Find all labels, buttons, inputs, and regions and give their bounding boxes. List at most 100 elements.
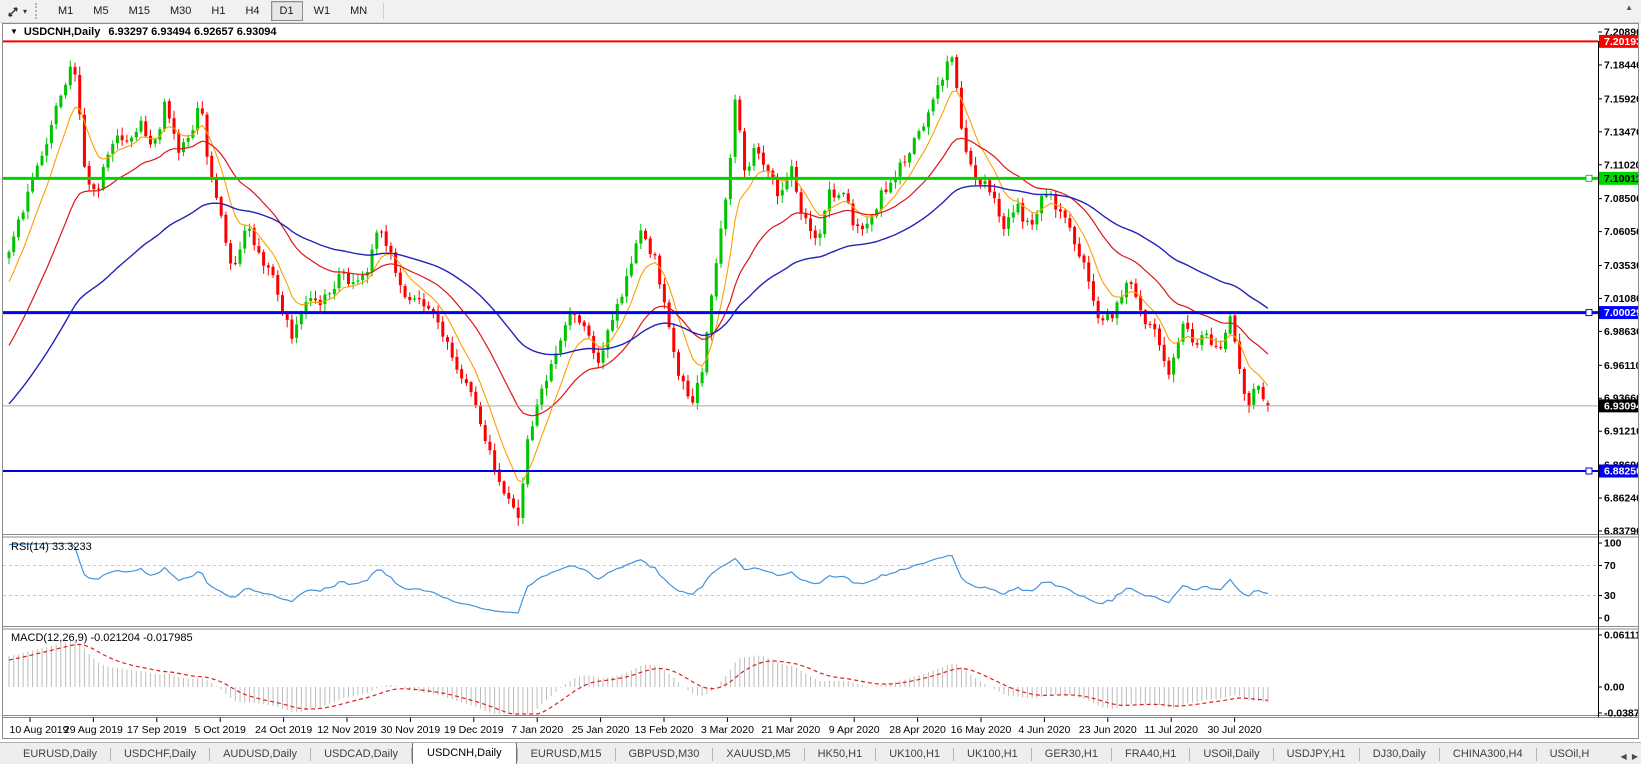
ma-mid-line bbox=[9, 138, 1268, 416]
svg-text:30 Nov 2019: 30 Nov 2019 bbox=[381, 724, 441, 736]
timeframe-button-h4[interactable]: H4 bbox=[236, 1, 268, 21]
macd-label: MACD(12,26,9) -0.021204 -0.017985 bbox=[11, 632, 193, 644]
symbol-tab-xauusd-m5[interactable]: XAUUSD,M5 bbox=[713, 744, 803, 764]
hline-handle[interactable] bbox=[1586, 310, 1592, 316]
chart-title-bar: ▼USDCNH,Daily6.93297 6.93494 6.92657 6.9… bbox=[3, 24, 1638, 40]
macd-histogram bbox=[9, 641, 1268, 714]
symbol-tab-hk50-h1[interactable]: HK50,H1 bbox=[805, 744, 876, 764]
svg-text:30 Jul 2020: 30 Jul 2020 bbox=[1207, 724, 1261, 736]
svg-text:6.96110: 6.96110 bbox=[1604, 360, 1638, 372]
tab-scroll-arrows: ◀ ▶ bbox=[1613, 752, 1638, 761]
symbol-tab-dj30-daily[interactable]: DJ30,Daily bbox=[1360, 744, 1439, 764]
svg-text:6.83790: 6.83790 bbox=[1604, 526, 1638, 538]
chart-canvas[interactable]: 7.208907.184407.159207.134707.110207.085… bbox=[3, 24, 1638, 738]
timeframe-button-m30[interactable]: M30 bbox=[161, 1, 200, 21]
symbol-tab-uk100-h1[interactable]: UK100,H1 bbox=[876, 744, 953, 764]
timeframe-button-m5[interactable]: M5 bbox=[84, 1, 117, 21]
svg-text:16 May 2020: 16 May 2020 bbox=[951, 724, 1012, 736]
svg-text:17 Sep 2019: 17 Sep 2019 bbox=[127, 724, 187, 736]
symbol-tab-fra40-h1[interactable]: FRA40,H1 bbox=[1112, 744, 1189, 764]
current-price-marker: 6.93094 bbox=[3, 399, 1638, 412]
toolbar-grip-handle[interactable] bbox=[35, 3, 40, 19]
symbol-tab-ger30-h1[interactable]: GER30,H1 bbox=[1032, 744, 1111, 764]
rsi-line bbox=[9, 543, 1268, 613]
chevron-down-icon[interactable]: ▾ bbox=[23, 7, 27, 16]
symbol-tab-usdcnh-daily[interactable]: USDCNH,Daily bbox=[412, 742, 517, 764]
toolbar-overflow-icon[interactable]: ▲ bbox=[1625, 3, 1633, 12]
svg-text:6.93094: 6.93094 bbox=[1604, 400, 1638, 412]
symbol-tab-eurusd-daily[interactable]: EURUSD,Daily bbox=[10, 744, 110, 764]
candles-layer bbox=[8, 55, 1270, 526]
dropdown-triangle-icon: ▼ bbox=[10, 27, 18, 36]
svg-text:10 Aug 2019: 10 Aug 2019 bbox=[10, 724, 69, 736]
timeframe-button-w1[interactable]: W1 bbox=[305, 1, 340, 21]
svg-text:7.03530: 7.03530 bbox=[1604, 260, 1638, 272]
rsi-label: RSI(14) 33.3233 bbox=[11, 541, 92, 553]
symbol-tab-usdchf-daily[interactable]: USDCHF,Daily bbox=[111, 744, 209, 764]
timeframe-button-m15[interactable]: M15 bbox=[120, 1, 159, 21]
svg-text:3 Mar 2020: 3 Mar 2020 bbox=[701, 724, 754, 736]
svg-text:70: 70 bbox=[1604, 560, 1616, 572]
svg-text:25 Jan 2020: 25 Jan 2020 bbox=[572, 724, 630, 736]
tab-scroll-left-icon[interactable]: ◀ bbox=[1620, 752, 1626, 761]
svg-text:7.13470: 7.13470 bbox=[1604, 126, 1638, 138]
svg-text:0.061119: 0.061119 bbox=[1604, 629, 1638, 641]
svg-text:7.06050: 7.06050 bbox=[1604, 226, 1638, 238]
svg-text:6.88250: 6.88250 bbox=[1604, 466, 1638, 478]
symbol-tab-audusd-daily[interactable]: AUDUSD,Daily bbox=[210, 744, 310, 764]
svg-text:-0.038777: -0.038777 bbox=[1604, 708, 1638, 720]
price-axis[interactable]: 7.208907.184407.159207.134707.110207.085… bbox=[1598, 27, 1638, 538]
svg-text:7.10011: 7.10011 bbox=[1604, 173, 1638, 185]
timeframe-button-m1[interactable]: M1 bbox=[49, 1, 82, 21]
svg-text:7.11020: 7.11020 bbox=[1604, 159, 1638, 171]
svg-text:4 Jun 2020: 4 Jun 2020 bbox=[1018, 724, 1070, 736]
symbol-tab-usdcad-daily[interactable]: USDCAD,Daily bbox=[311, 744, 411, 764]
hline-handle[interactable] bbox=[1586, 468, 1592, 474]
date-axis[interactable]: 10 Aug 201929 Aug 201917 Sep 20195 Oct 2… bbox=[10, 718, 1262, 737]
symbol-tab-usdjpy-h1[interactable]: USDJPY,H1 bbox=[1274, 744, 1359, 764]
svg-text:7.01080: 7.01080 bbox=[1604, 293, 1638, 305]
svg-text:21 Mar 2020: 21 Mar 2020 bbox=[761, 724, 820, 736]
trading-platform: ▾ M1M5M15M30H1H4D1W1MN ▲ ▼USDCNH,Daily6.… bbox=[0, 0, 1641, 764]
svg-text:0: 0 bbox=[1604, 613, 1610, 625]
cursor-arrows-icon bbox=[7, 5, 20, 18]
svg-text:23 Jun 2020: 23 Jun 2020 bbox=[1079, 724, 1137, 736]
symbol-tab-uk100-h1[interactable]: UK100,H1 bbox=[954, 744, 1031, 764]
timeframe-toolbar: ▾ M1M5M15M30H1H4D1W1MN ▲ bbox=[0, 0, 1641, 23]
symbol-tab-gbpusd-m30[interactable]: GBPUSD,M30 bbox=[616, 744, 713, 764]
svg-text:12 Nov 2019: 12 Nov 2019 bbox=[317, 724, 377, 736]
symbol-tab-china300-h4[interactable]: CHINA300,H4 bbox=[1440, 744, 1536, 764]
hline-7.00029[interactable]: 7.00029 bbox=[3, 306, 1638, 319]
svg-text:100: 100 bbox=[1604, 538, 1622, 550]
symbol-tab-usoil-h[interactable]: USOil,H bbox=[1537, 744, 1603, 764]
hline-7.10011[interactable]: 7.10011 bbox=[3, 172, 1638, 185]
svg-text:24 Oct 2019: 24 Oct 2019 bbox=[255, 724, 312, 736]
macd-panel: 0.061119 0.00 -0.038777 MACD(12,26,9) -0.02… bbox=[9, 629, 1638, 719]
timeframe-button-d1[interactable]: D1 bbox=[271, 1, 303, 21]
svg-text:9 Apr 2020: 9 Apr 2020 bbox=[829, 724, 880, 736]
toolbar-divider bbox=[383, 3, 384, 19]
rsi-panel: 100 70 30 0 RSI(14) 33.3233 bbox=[3, 538, 1622, 625]
svg-text:0.00: 0.00 bbox=[1604, 682, 1625, 694]
svg-text:28 Apr 2020: 28 Apr 2020 bbox=[889, 724, 946, 736]
svg-text:7.00029: 7.00029 bbox=[1604, 307, 1638, 319]
ma-slow-line bbox=[9, 186, 1268, 404]
hline-handle[interactable] bbox=[1586, 175, 1592, 181]
symbol-tabs: EURUSD,DailyUSDCHF,DailyAUDUSD,DailyUSDC… bbox=[10, 742, 1602, 764]
timeframe-button-h1[interactable]: H1 bbox=[202, 1, 234, 21]
timeframe-buttons: M1M5M15M30H1H4D1W1MN bbox=[48, 1, 377, 21]
svg-text:30: 30 bbox=[1604, 590, 1616, 602]
svg-text:7.18440: 7.18440 bbox=[1604, 59, 1638, 71]
chart-window: ▼USDCNH,Daily6.93297 6.93494 6.92657 6.9… bbox=[2, 23, 1639, 739]
svg-text:6.91210: 6.91210 bbox=[1604, 426, 1638, 438]
svg-text:6.98630: 6.98630 bbox=[1604, 326, 1638, 338]
svg-text:13 Feb 2020: 13 Feb 2020 bbox=[635, 724, 694, 736]
chart-tool-icon[interactable] bbox=[5, 3, 21, 19]
hline-6.88250[interactable]: 6.88250 bbox=[3, 465, 1638, 478]
symbol-tab-eurusd-m15[interactable]: EURUSD,M15 bbox=[518, 744, 615, 764]
svg-text:7.15920: 7.15920 bbox=[1604, 93, 1638, 105]
svg-text:11 Jul 2020: 11 Jul 2020 bbox=[1144, 724, 1198, 736]
tab-scroll-right-icon[interactable]: ▶ bbox=[1632, 752, 1638, 761]
timeframe-button-mn[interactable]: MN bbox=[341, 1, 376, 21]
symbol-tab-usoil-daily[interactable]: USOil,Daily bbox=[1190, 744, 1272, 764]
